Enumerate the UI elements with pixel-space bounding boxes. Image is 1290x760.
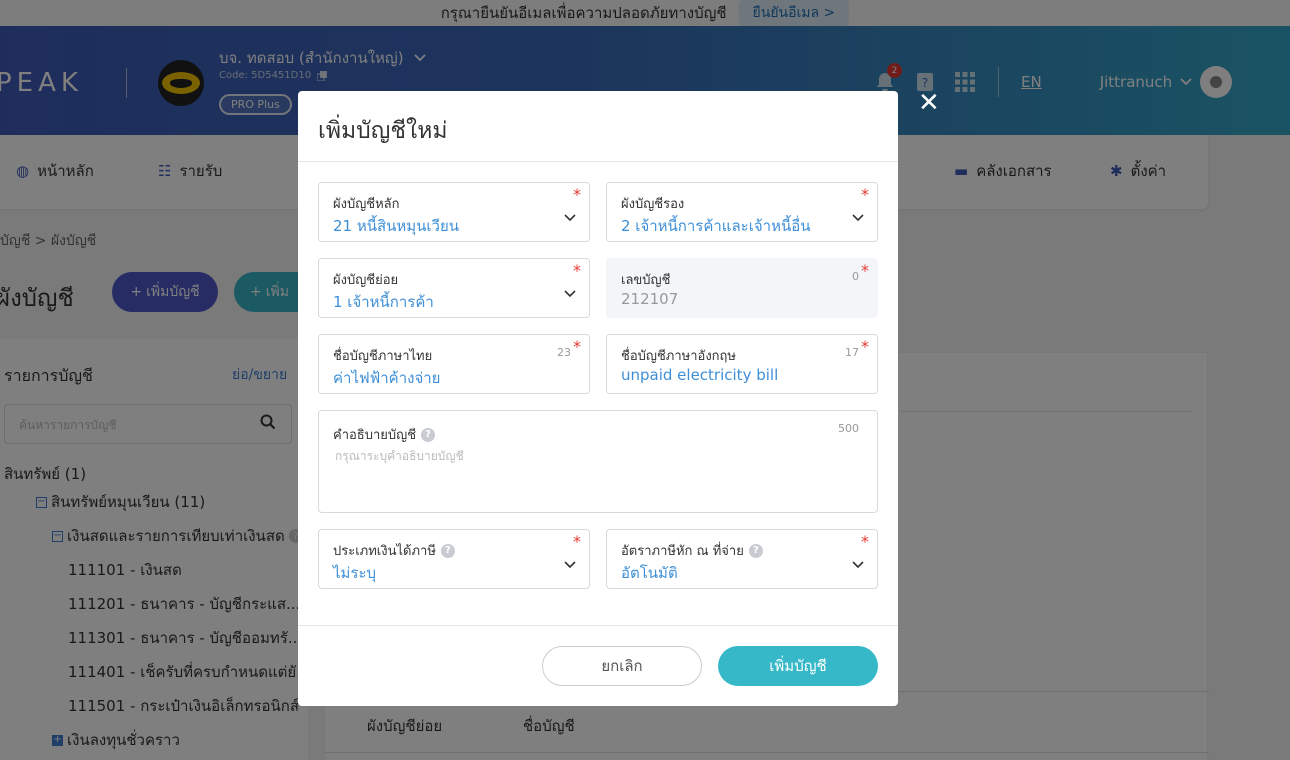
required-mark: *	[861, 261, 869, 280]
description-textarea[interactable]: คำอธิบายบัญชี ? กรุณาระบุคำอธิบายบัญชี 5…	[318, 410, 878, 513]
chevron-down-icon	[564, 214, 576, 222]
submit-add-account-button[interactable]: เพิ่มบัญชี	[718, 646, 878, 686]
required-mark: *	[861, 185, 869, 204]
field-value: ไม่ระบุ	[333, 564, 377, 582]
minor-chart-select[interactable]: ผังบัญชีย่อย 1 เจ้าหนี้การค้า *	[318, 258, 590, 318]
income-type-select[interactable]: ประเภทเงินได้ภาษี ? ไม่ระบุ *	[318, 529, 590, 589]
field-value: 21 หนี้สินหมุนเวียน	[333, 217, 460, 235]
cancel-button[interactable]: ยกเลิก	[542, 646, 702, 686]
thai-name-input[interactable]: ชื่อบัญชีภาษาไทย ค่าไฟฟ้าค้างจ่าย 23 *	[318, 334, 590, 394]
chevron-down-icon	[852, 561, 864, 569]
char-count: 0	[852, 270, 859, 283]
sub-chart-select[interactable]: ผังบัญชีรอง 2 เจ้าหนี้การค้าและเจ้าหนี้อ…	[606, 182, 878, 242]
field-label: ผังบัญชีรอง	[621, 197, 685, 212]
required-mark: *	[573, 261, 581, 280]
chevron-down-icon	[852, 214, 864, 222]
field-label: อัตราภาษีหัก ณ ที่จ่าย ?	[621, 540, 763, 561]
field-value: อัตโนมัติ	[621, 564, 678, 582]
field-placeholder: กรุณาระบุคำอธิบายบัญชี	[335, 449, 464, 463]
field-value: 2 เจ้าหนี้การค้าและเจ้าหนี้อื่น	[621, 217, 811, 235]
field-label: ผังบัญชีย่อย	[333, 273, 399, 288]
field-label: คำอธิบายบัญชี ?	[333, 424, 436, 445]
chevron-down-icon	[564, 290, 576, 298]
field-value: unpaid electricity bill	[621, 366, 779, 384]
required-mark: *	[573, 532, 581, 551]
close-icon[interactable]: ✕	[918, 90, 940, 116]
field-label: ผังบัญชีหลัก	[333, 197, 400, 212]
english-name-input[interactable]: ชื่อบัญชีภาษาอังกฤษ unpaid electricity b…	[606, 334, 878, 394]
wht-rate-select[interactable]: อัตราภาษีหัก ณ ที่จ่าย ? อัตโนมัติ *	[606, 529, 878, 589]
required-mark: *	[573, 185, 581, 204]
dialog-title: เพิ่มบัญชีใหม่	[318, 118, 448, 144]
field-label: ประเภทเงินได้ภาษี ?	[333, 540, 455, 561]
required-mark: *	[573, 337, 581, 356]
char-count: 23	[557, 346, 571, 359]
required-mark: *	[861, 337, 869, 356]
help-icon[interactable]: ?	[440, 543, 455, 558]
required-mark: *	[861, 532, 869, 551]
help-icon[interactable]: ?	[421, 427, 436, 442]
help-icon[interactable]: ?	[748, 543, 763, 558]
field-label: ชื่อบัญชีภาษาไทย	[333, 349, 433, 364]
add-account-dialog: เพิ่มบัญชีใหม่ ผังบัญชีหลัก 21 หนี้สินหม…	[298, 91, 898, 706]
field-value: ค่าไฟฟ้าค้างจ่าย	[333, 369, 441, 387]
char-count: 500	[838, 422, 859, 435]
chevron-down-icon	[564, 561, 576, 569]
field-value: 1 เจ้าหนี้การค้า	[333, 293, 434, 311]
main-chart-select[interactable]: ผังบัญชีหลัก 21 หนี้สินหมุนเวียน *	[318, 182, 590, 242]
divider	[298, 161, 898, 162]
field-label: ชื่อบัญชีภาษาอังกฤษ	[621, 349, 736, 364]
account-number-field: เลขบัญชี 212107 0 *	[606, 258, 878, 318]
char-count: 17	[845, 346, 859, 359]
divider	[298, 625, 898, 626]
field-value: 212107	[621, 290, 679, 308]
field-label: เลขบัญชี	[621, 273, 671, 288]
